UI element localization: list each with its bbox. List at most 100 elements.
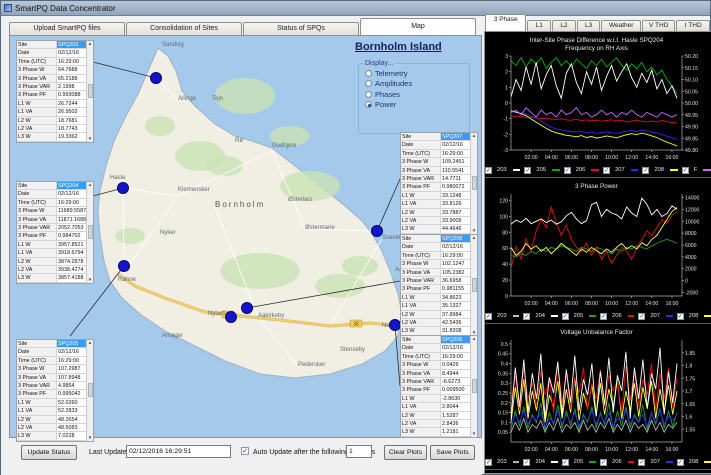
table-scrollbar[interactable]: ▲▼: [86, 340, 93, 441]
display-option-telemetry[interactable]: Telemetry: [365, 69, 469, 78]
radio-power[interactable]: [365, 101, 372, 108]
table-scrollbar[interactable]: ▲▼: [470, 336, 477, 437]
tab-consolidation-of-sites[interactable]: Consolidation of Sites: [126, 22, 242, 35]
row-value: 16:29:00: [57, 357, 86, 364]
row-value: 64.7688: [57, 66, 86, 73]
legend-checkbox-203[interactable]: ✓: [485, 313, 492, 320]
svg-text:49.80: 49.80: [685, 148, 698, 154]
legend-checkbox-206[interactable]: ✓: [564, 167, 571, 174]
scroll-up-icon[interactable]: ▲: [88, 182, 92, 188]
row-value: 1.5287: [441, 412, 470, 419]
row-label: Date: [401, 344, 441, 351]
site-marker[interactable]: [118, 183, 129, 194]
tab-v-thd[interactable]: V THD: [642, 20, 676, 31]
tab-map[interactable]: Map: [360, 18, 476, 35]
table-scrollbar[interactable]: ▲▼: [86, 41, 93, 142]
legend-checkbox-f[interactable]: ✓: [682, 167, 689, 174]
legend-checkbox-206[interactable]: ✓: [600, 459, 607, 466]
tab-status-of-spqs[interactable]: Status of SPQs: [243, 22, 359, 35]
svg-text:-3: -3: [503, 148, 508, 154]
legend-checkbox-204[interactable]: ✓: [523, 459, 530, 466]
site-marker[interactable]: [119, 261, 130, 272]
row-value: 3874.2878: [57, 258, 86, 265]
table-scrollbar[interactable]: ▲▼: [470, 235, 477, 336]
table-scrollbar[interactable]: ▲▼: [86, 182, 93, 283]
scroll-up-icon[interactable]: ▲: [472, 235, 476, 241]
legend-checkbox-207[interactable]: ✓: [638, 313, 645, 320]
row-label: 3 Phase VAR: [401, 175, 441, 182]
site-marker[interactable]: [242, 303, 253, 314]
scroll-down-icon[interactable]: ▼: [88, 136, 92, 142]
scroll-thumb[interactable]: [88, 383, 93, 397]
scroll-down-icon[interactable]: ▼: [88, 277, 92, 283]
tab-upload-smartpq-files[interactable]: Upload SmartPQ files: [9, 22, 125, 35]
table-scrollbar[interactable]: ▲▼: [470, 133, 477, 234]
legend-checkbox-203[interactable]: ✓: [485, 167, 492, 174]
scroll-down-icon[interactable]: ▼: [472, 431, 476, 437]
scroll-up-icon[interactable]: ▲: [88, 41, 92, 47]
table-row: 3 Phase VAR4.9854: [17, 382, 86, 390]
legend-checkbox-204[interactable]: ✓: [523, 313, 530, 320]
row-value: 02/12/16: [57, 348, 86, 355]
row-value: 44.4646: [441, 225, 470, 232]
display-option-power[interactable]: Power: [365, 100, 469, 109]
legend-checkbox-206[interactable]: ✓: [600, 313, 607, 320]
legend-checkbox-207[interactable]: ✓: [603, 167, 610, 174]
svg-text:120: 120: [499, 198, 508, 204]
site-marker[interactable]: [372, 226, 383, 237]
scroll-thumb[interactable]: [472, 379, 477, 393]
svg-text:0: 0: [505, 101, 508, 107]
svg-text:40: 40: [502, 262, 508, 268]
tab-l1[interactable]: L1: [527, 20, 551, 31]
row-value: 107.8948: [57, 374, 86, 381]
update-status-button[interactable]: Update Status: [21, 445, 77, 460]
auto-update-minutes-field[interactable]: [346, 445, 372, 458]
scroll-down-icon[interactable]: ▼: [88, 435, 92, 441]
legend-checkbox-205[interactable]: ✓: [562, 459, 569, 466]
tab-weather[interactable]: Weather: [601, 20, 640, 31]
clear-plots-button[interactable]: Clear Plots: [384, 445, 427, 460]
tab-l3[interactable]: L3: [577, 20, 601, 31]
legend-checkbox-207[interactable]: ✓: [638, 459, 645, 466]
legend-checkbox-203[interactable]: ✓: [485, 459, 492, 466]
site-marker[interactable]: [226, 312, 237, 323]
tab-i-thd[interactable]: I THD: [676, 20, 710, 31]
scroll-thumb[interactable]: [88, 84, 93, 98]
tab-3-phase[interactable]: 3 Phase: [485, 14, 526, 31]
tab-l2[interactable]: L2: [552, 20, 576, 31]
legend-label: 204: [535, 313, 545, 319]
scroll-up-icon[interactable]: ▲: [472, 336, 476, 342]
radio-label: Amplitudes: [375, 79, 412, 88]
auto-update-checkbox[interactable]: ✓: [241, 447, 249, 455]
legend-checkbox-208[interactable]: ✓: [677, 459, 684, 466]
site-id-cell: SPQ203: [57, 41, 86, 48]
legend-checkbox-208[interactable]: ✓: [677, 313, 684, 320]
radio-phases[interactable]: [365, 91, 372, 98]
legend-checkbox-205[interactable]: ✓: [524, 167, 531, 174]
scroll-down-icon[interactable]: ▼: [472, 228, 476, 234]
radio-telemetry[interactable]: [365, 70, 372, 77]
scroll-thumb[interactable]: [88, 225, 93, 239]
row-label: L2 W: [401, 209, 441, 216]
scroll-thumb[interactable]: [472, 176, 477, 190]
row-label: L2 VA: [17, 266, 57, 273]
last-update-field[interactable]: [126, 445, 231, 458]
svg-text:0.25: 0.25: [498, 391, 508, 397]
svg-text:-1: -1: [503, 117, 508, 123]
site-marker[interactable]: [151, 73, 162, 84]
display-option-phases[interactable]: Phases: [365, 90, 469, 99]
window-title: SmartPQ Data Concentrator: [15, 4, 115, 13]
scroll-thumb[interactable]: [472, 278, 477, 292]
display-option-amplitudes[interactable]: Amplitudes: [365, 79, 469, 88]
legend-checkbox-208[interactable]: ✓: [642, 167, 649, 174]
map-title: Bornholm Island: [355, 41, 480, 53]
site-marker[interactable]: [390, 320, 401, 331]
save-plots-button[interactable]: Save Plots: [430, 445, 475, 460]
radio-amplitudes[interactable]: [365, 80, 372, 87]
legend-color-dash: [591, 169, 599, 171]
legend-checkbox-205[interactable]: ✓: [562, 313, 569, 320]
scroll-up-icon[interactable]: ▲: [88, 340, 92, 346]
table-row: L2 VA3938.4274: [17, 266, 86, 274]
scroll-up-icon[interactable]: ▲: [472, 133, 476, 139]
table-row: Time (UTC)16:29:00: [17, 58, 86, 66]
